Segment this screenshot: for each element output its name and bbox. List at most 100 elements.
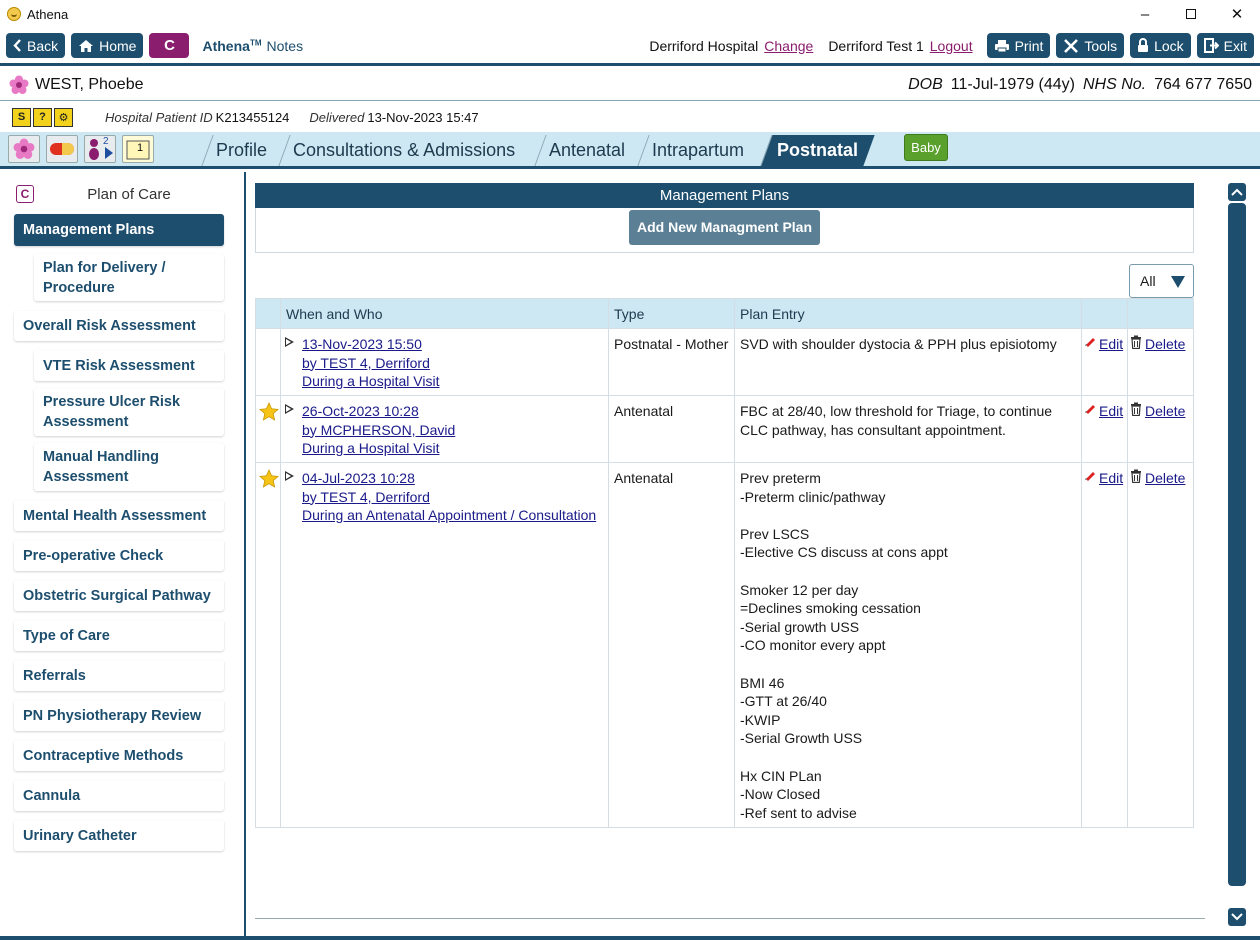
settings-icon[interactable]: ⚙ [54,107,73,127]
exit-label: Exit [1223,37,1247,54]
edit-link[interactable]: Edit [1099,469,1123,488]
sidebar-item-contraceptive[interactable]: Contraceptive Methods [14,740,224,771]
filter-select[interactable]: All [1129,264,1194,298]
delete-link[interactable]: Delete [1145,469,1185,488]
plan-date-link[interactable]: 04-Jul-2023 10:28 [302,469,608,488]
expand-triangle-icon[interactable] [285,404,294,414]
tab-consultations[interactable]: Consultations & Admissions [278,135,529,166]
sidebar-item-mental-health[interactable]: Mental Health Assessment [14,500,224,531]
flower-icon [9,75,29,94]
management-plans-table: When and Who Type Plan Entry 13-Nov-2023… [255,298,1194,828]
plan-context-link[interactable]: During a Hospital Visit [302,439,608,458]
c-app-button[interactable]: C [149,33,190,58]
plan-context-link[interactable]: During a Hospital Visit [302,372,608,391]
baby-button[interactable]: Baby [904,134,948,161]
sidebar-item-plan-for-delivery[interactable]: Plan for Delivery / Procedure [34,254,224,301]
minimize-button[interactable]: – [1122,0,1168,28]
lock-button[interactable]: Lock [1130,33,1191,58]
sidebar-item-manual-handling[interactable]: Manual Handling Assessment [34,443,224,491]
plan-of-care-sidebar: C Plan of Care Management Plans Plan for… [0,172,246,940]
tab-antenatal[interactable]: Antenatal [534,135,639,166]
plan-entry-cell: FBC at 28/40, low threshold for Triage, … [734,395,1082,463]
plan-author-link[interactable]: by MCPHERSON, David [302,421,608,440]
edit-link[interactable]: Edit [1099,335,1123,354]
back-label: Back [27,37,59,54]
table-row: 26-Oct-2023 10:28 by MCPHERSON, David Du… [255,395,1194,463]
hospital-id-value: K213455124 [215,109,290,125]
sidebar-item-urinary-catheter[interactable]: Urinary Catheter [14,820,224,851]
sidebar-item-type-of-care[interactable]: Type of Care [14,620,224,651]
expand-triangle-icon[interactable] [285,471,294,481]
delete-cell: Delete [1127,328,1194,396]
user-name: Derriford Test 1 [828,37,924,54]
window-bottom-border [0,936,1260,940]
scroll-down-button[interactable] [1228,908,1246,926]
print-button[interactable]: Print [986,33,1051,58]
sidebar-item-vte-risk[interactable]: VTE Risk Assessment [34,350,224,381]
safeguarding-icon[interactable]: S [12,107,31,127]
pencil-icon [1085,472,1095,481]
sidebar-item-pressure-ulcer[interactable]: Pressure Ulcer Risk Assessment [34,388,224,436]
tools-button[interactable]: Tools [1056,33,1125,58]
delete-link[interactable]: Delete [1145,402,1185,421]
plan-author-link[interactable]: by TEST 4, Derriford [302,488,608,507]
vertical-scrollbar[interactable] [1228,183,1246,926]
delete-link[interactable]: Delete [1145,335,1185,354]
dropdown-arrow-icon [1171,276,1185,288]
sidebar-item-cannula[interactable]: Cannula [14,780,224,811]
record-tabs: 2 1 Profile Consultations & Admissions A… [0,132,1260,169]
star-icon[interactable] [259,402,279,421]
maximize-button[interactable] [1168,0,1214,28]
trademark: TM [249,37,262,47]
window-title: Athena [27,6,69,22]
scroll-up-button[interactable] [1228,183,1246,201]
sidebar-item-label: Type of Care [23,627,110,644]
sidebar-item-pre-operative[interactable]: Pre-operative Check [14,540,224,571]
sidebar-item-label: Manual Handling Assessment [43,449,159,485]
delete-cell: Delete [1127,462,1194,828]
chevron-down-icon [1231,913,1243,921]
scroll-thumb[interactable] [1228,203,1246,886]
column-header-type: Type [608,298,735,329]
star-icon[interactable] [259,469,279,488]
pencil-icon [1085,405,1095,414]
exit-button[interactable]: Exit [1196,33,1254,58]
hospital-patient-id: Hospital Patient ID K213455124 [105,110,289,125]
help-icon[interactable]: ? [33,107,52,127]
calendar-button[interactable]: 1 [122,135,154,163]
add-management-plan-button[interactable]: Add New Managment Plan [628,209,821,245]
mother-record-button[interactable] [8,135,40,163]
sidebar-item-referrals[interactable]: Referrals [14,660,224,691]
type-cell: Antenatal [608,462,735,828]
tab-profile[interactable]: Profile [201,135,281,166]
edit-link[interactable]: Edit [1099,402,1123,421]
table-header-row: When and Who Type Plan Entry [255,298,1194,329]
sidebar-item-obstetric-surgical[interactable]: Obstetric Surgical Pathway [14,580,224,611]
change-hospital-link[interactable]: Change [764,38,813,54]
when-cell: 13-Nov-2023 15:50 by TEST 4, Derriford D… [280,328,609,396]
tab-postnatal[interactable]: Postnatal [760,135,875,166]
sidebar-item-pn-physiotherapy[interactable]: PN Physiotherapy Review [14,700,224,731]
plan-context-link[interactable]: During an Antenatal Appointment / Consul… [302,506,608,525]
back-button[interactable]: Back [6,33,66,58]
sidebar-item-management-plans[interactable]: Management Plans [14,214,224,246]
sidebar-item-label: VTE Risk Assessment [43,357,195,374]
panel-title: Management Plans [255,183,1194,208]
plan-author-link[interactable]: by TEST 4, Derriford [302,354,608,373]
patient-name: WEST, Phoebe [35,75,144,93]
lock-label: Lock [1154,37,1184,54]
pregnancies-button[interactable]: 2 [84,135,116,163]
home-button[interactable]: Home [71,33,144,58]
tab-intrapartum[interactable]: Intrapartum [637,135,758,166]
column-header-entry: Plan Entry [734,298,1082,329]
medications-button[interactable] [46,135,78,163]
plan-date-link[interactable]: 13-Nov-2023 15:50 [302,335,608,354]
close-window-button[interactable]: ✕ [1214,0,1260,28]
logout-link[interactable]: Logout [930,38,973,54]
expand-triangle-icon[interactable] [285,337,294,347]
maximize-icon [1186,9,1196,19]
edit-cell: Edit [1081,328,1128,396]
sidebar-header: C Plan of Care [14,182,224,206]
plan-date-link[interactable]: 26-Oct-2023 10:28 [302,402,608,421]
sidebar-item-overall-risk[interactable]: Overall Risk Assessment [14,311,224,341]
